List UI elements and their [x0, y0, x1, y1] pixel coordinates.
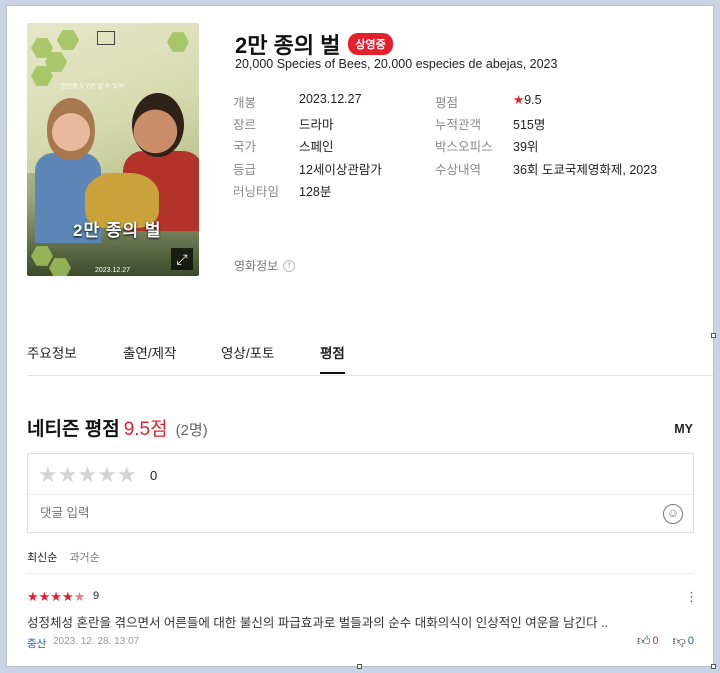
like-button[interactable]: 👍︎ 0	[637, 633, 659, 649]
thumbs-down-icon: 👎︎	[672, 633, 686, 648]
review-user[interactable]: 중산	[27, 636, 46, 651]
info-key: 국가	[233, 140, 257, 154]
info-key: 러닝타임	[233, 185, 280, 199]
country: 스페인	[299, 140, 334, 154]
resize-handle[interactable]	[357, 664, 362, 669]
movie-title: 2만 종의 벌	[235, 33, 341, 58]
movie-info-label: 영화정보	[234, 259, 279, 273]
age-rating: 12세이상관람가	[299, 163, 382, 177]
sort-oldest[interactable]: 과거순	[69, 549, 99, 565]
comment-box: ★★★★★ 0 ☺	[27, 453, 694, 533]
emoji-icon[interactable]: ☺	[663, 504, 683, 524]
resize-handle[interactable]	[711, 333, 716, 338]
expand-icon[interactable]: ⤢	[171, 248, 193, 270]
info-key: 등급	[233, 163, 257, 177]
info-icon[interactable]: !	[283, 259, 296, 272]
rating-input-value: 0	[150, 468, 158, 483]
info-key: 평점	[435, 96, 459, 110]
tab-cast-crew[interactable]: 출연/제작	[123, 342, 176, 372]
dislike-button[interactable]: 👎︎ 0	[673, 633, 694, 649]
movie-title-row: 2만 종의 벌 상영중	[235, 28, 393, 60]
poster-figure	[132, 93, 184, 157]
tab-video-photo[interactable]: 영상/포토	[221, 342, 274, 372]
tab-ratings[interactable]: 평점	[320, 342, 345, 374]
info-key: 박스오피스	[435, 140, 493, 154]
box-office-rank: 39위	[513, 140, 539, 154]
reviews-count: (2명)	[175, 422, 208, 439]
review-stars: ★★★★★	[27, 589, 86, 604]
review-reactions: 👍︎ 0 👎︎ 0	[637, 633, 694, 649]
star-icon: ★	[513, 93, 525, 107]
like-count: 0	[652, 635, 659, 647]
rating-value: ★9.5	[513, 92, 542, 107]
info-key: 누적관객	[435, 118, 482, 132]
genre: 드라마	[299, 118, 334, 132]
poster-title: 2만 종의 벌	[73, 221, 162, 240]
divider	[27, 573, 694, 574]
poster-tagline: "한번쯤 누구든 될 수 있어"	[59, 84, 126, 90]
rating-number: 9.5	[524, 93, 542, 107]
award-link[interactable]: 36회 도쿄국제영화제, 2023	[513, 159, 657, 178]
info-key: 수상내역	[435, 163, 482, 177]
sort-latest[interactable]: 최신순	[27, 549, 57, 565]
divider	[28, 494, 693, 495]
rating-stars-input[interactable]: ★★★★★	[38, 462, 137, 488]
status-badge: 상영중	[348, 33, 393, 55]
dislike-count: 0	[687, 635, 694, 647]
review-text: 성정체성 혼란을 겪으면서 어른들에 대한 불신의 파급효과로 벌들과의 순수 …	[27, 616, 609, 630]
poster-figure	[47, 98, 95, 160]
movie-subtitle: 20,000 Species of Bees, 20.000 especies …	[235, 57, 558, 71]
thumbs-up-icon: 👍︎	[636, 633, 651, 648]
release-date: 2023.12.27	[299, 92, 362, 106]
reviews-score: 9.5점	[123, 419, 168, 440]
sort-options: 최신순 과거순	[27, 549, 100, 565]
running-time: 128분	[299, 185, 332, 199]
more-options-icon[interactable]: ⋮	[685, 589, 698, 605]
movie-info-toggle[interactable]: 영화정보 !	[234, 257, 296, 274]
review-rating: 9	[93, 590, 100, 602]
info-key: 장르	[233, 118, 257, 132]
review-date: 2023. 12. 28. 13:07	[53, 636, 140, 647]
reviews-heading: 네티즌 평점 9.5점 (2명)	[27, 414, 208, 441]
comment-input[interactable]	[40, 506, 620, 520]
tab-main-info[interactable]: 주요정보	[27, 342, 77, 372]
poster-date: 2023.12.27	[95, 267, 131, 274]
tab-bar: 주요정보 출연/제작 영상/포토 평점	[27, 342, 713, 376]
content-frame: "한번쯤 누구든 될 수 있어" 2만 종의 벌 2023.12.27 ⤢ 2만…	[6, 5, 714, 667]
reviews-title: 네티즌 평점	[27, 419, 120, 440]
festival-laurel-logo	[97, 31, 115, 45]
info-key: 개봉	[233, 96, 257, 110]
resize-handle[interactable]	[711, 664, 716, 669]
my-reviews-button[interactable]: MY	[674, 422, 693, 436]
poster-hex-decoration	[31, 246, 53, 266]
poster-hex-decoration	[49, 258, 71, 276]
cumulative-audience: 515명	[513, 118, 546, 132]
movie-poster[interactable]: "한번쯤 누구든 될 수 있어" 2만 종의 벌 2023.12.27 ⤢	[27, 23, 199, 276]
